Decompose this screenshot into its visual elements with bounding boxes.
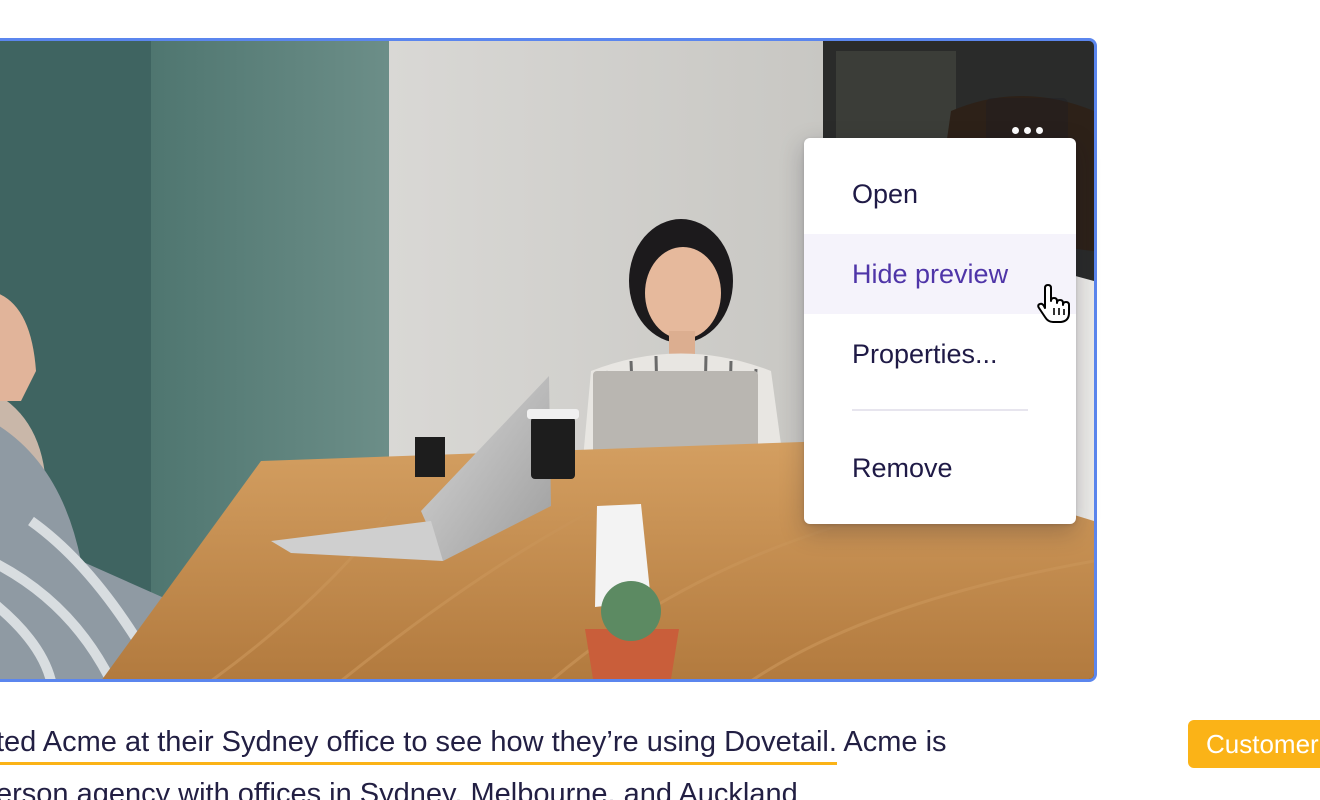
context-menu: Open Hide preview Properties... Remove [804,138,1076,524]
menu-item-label: Hide preview [852,258,1009,289]
menu-item-label: Properties... [852,338,998,369]
tag-badge[interactable]: Customer [1188,720,1320,768]
paragraph-line-2: erson agency with offices in Sydney, Mel… [0,778,798,800]
menu-item-open[interactable]: Open [804,154,1076,234]
menu-divider [852,409,1028,411]
menu-item-remove[interactable]: Remove [804,428,1076,508]
paragraph-line-1: ted Acme at their Sydney office to see h… [0,716,1146,768]
menu-item-label: Open [852,178,919,209]
highlighted-text[interactable]: ted Acme at their Sydney office to see h… [0,726,837,765]
tag-label: Customer [1206,728,1319,759]
menu-item-label: Remove [852,452,953,483]
document-paragraph[interactable]: ted Acme at their Sydney office to see h… [0,716,1146,800]
hand-pointer-cursor-icon [1037,284,1070,323]
editor-canvas: Open Hide preview Properties... Remove t… [0,0,1320,800]
menu-item-properties[interactable]: Properties... [804,314,1076,394]
more-horizontal-icon [1011,126,1043,134]
paragraph-text: Acme is [836,726,947,758]
